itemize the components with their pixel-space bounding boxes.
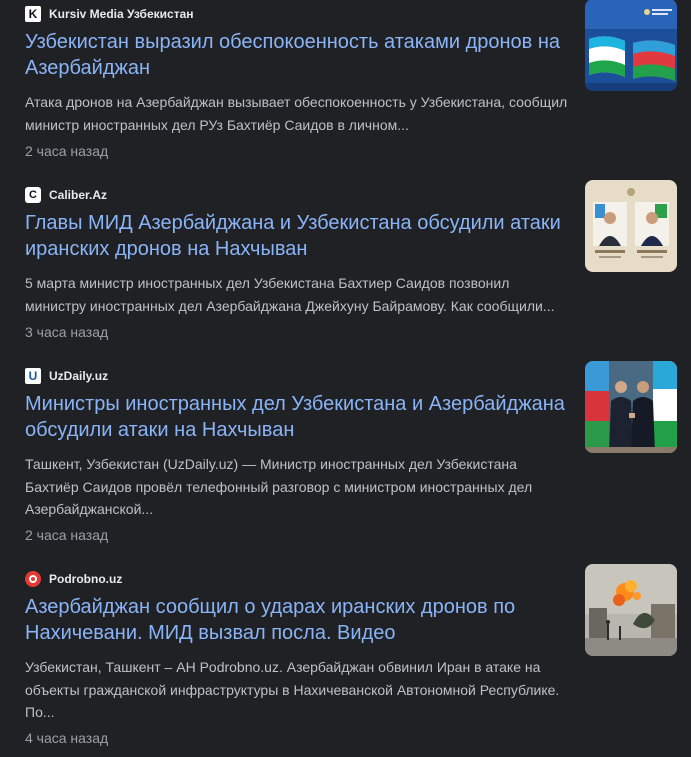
article-headline[interactable]: Главы МИД Азербайджана и Узбекистана обс… [25, 210, 573, 262]
flags-thumbnail-image [585, 0, 677, 91]
ring-icon [29, 575, 37, 583]
article-timestamp: 2 часа назад [25, 527, 109, 543]
uzdaily-logo-icon: U [25, 368, 41, 384]
article-source[interactable]: Podrobno.uz [25, 571, 122, 587]
article-headline[interactable]: Азербайджан сообщил о ударах иранских др… [25, 594, 573, 646]
article-source[interactable]: C Caliber.Az [25, 187, 107, 203]
news-article[interactable]: U UzDaily.uz Министры иностранных дел Уз… [0, 361, 691, 548]
caliber-logo-icon: C [25, 187, 41, 203]
news-feed: K Kursiv Media Узбекистан Узбекистан выр… [0, 0, 691, 757]
article-headline[interactable]: Министры иностранных дел Узбекистана и А… [25, 391, 573, 443]
news-article[interactable]: Podrobno.uz Азербайджан сообщил о ударах… [0, 564, 691, 757]
article-thumbnail[interactable] [585, 361, 677, 453]
source-name: UzDaily.uz [49, 369, 109, 383]
article-thumbnail[interactable] [585, 564, 677, 656]
article-timestamp: 3 часа назад [25, 324, 109, 340]
article-timestamp: 4 часа назад [25, 730, 109, 746]
source-name: Podrobno.uz [49, 572, 123, 586]
source-name: Kursiv Media Узбекистан [49, 7, 194, 21]
portraits-thumbnail-image [585, 180, 677, 272]
article-thumbnail[interactable] [585, 0, 677, 91]
article-source[interactable]: U UzDaily.uz [25, 368, 108, 384]
article-headline[interactable]: Узбекистан выразил обеспокоенность атака… [25, 29, 573, 81]
article-snippet: 5 марта министр иностранных дел Узбекист… [25, 275, 555, 314]
article-snippet: Ташкент, Узбекистан (UzDaily.uz) — Минис… [25, 456, 533, 517]
source-name: Caliber.Az [49, 188, 108, 202]
article-snippet: Атака дронов на Азербайджан вызывает обе… [25, 94, 568, 133]
article-thumbnail[interactable] [585, 180, 677, 272]
podrobno-logo-icon [25, 571, 41, 587]
news-article[interactable]: C Caliber.Az Главы МИД Азербайджана и Уз… [0, 180, 691, 347]
news-article[interactable]: K Kursiv Media Узбекистан Узбекистан выр… [0, 0, 691, 166]
article-source[interactable]: K Kursiv Media Узбекистан [25, 6, 194, 22]
kursiv-logo-icon: K [25, 6, 41, 22]
article-snippet: Узбекистан, Ташкент – АН Podrobno.uz. Аз… [25, 659, 560, 720]
handshake-thumbnail-image [585, 361, 677, 453]
explosion-thumbnail-image [585, 564, 677, 656]
article-timestamp: 2 часа назад [25, 143, 109, 159]
